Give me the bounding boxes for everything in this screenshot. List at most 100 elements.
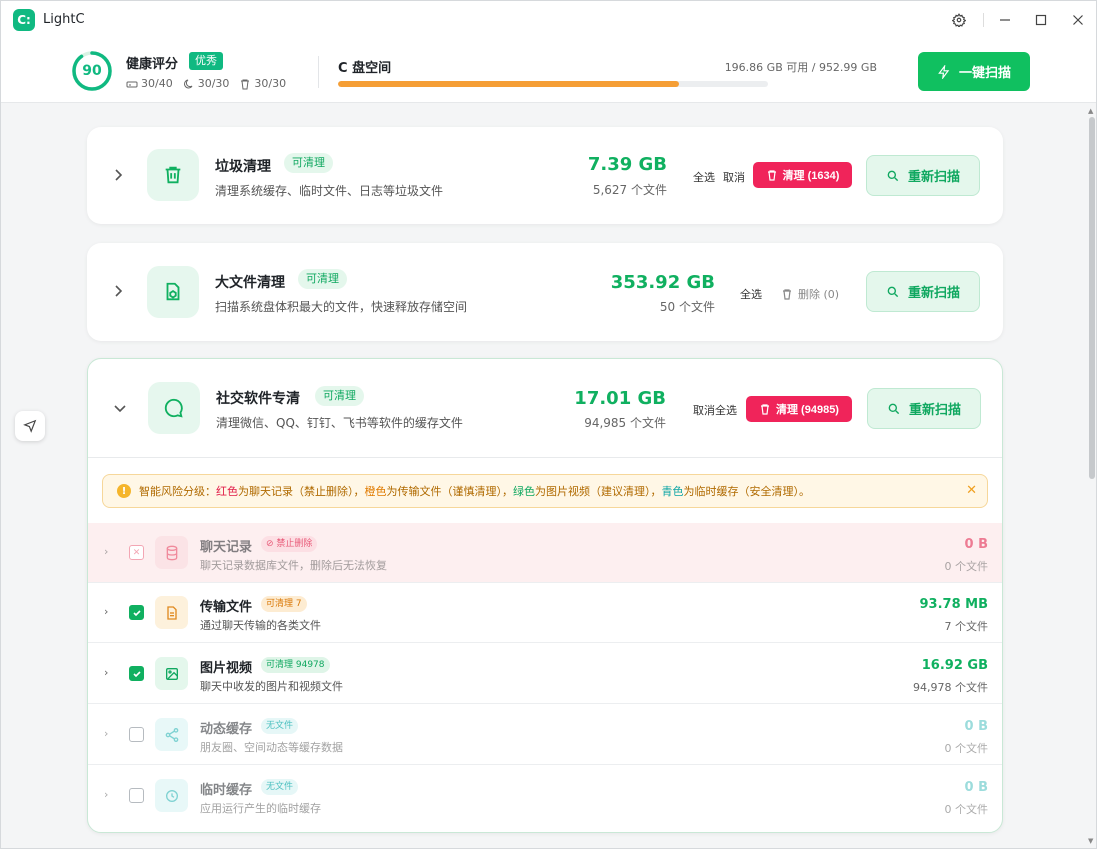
chevron-right-icon[interactable]: › [104,727,116,741]
row-file-count: 0 个文件 [944,560,989,573]
row-status-tag: 无文件 [261,718,299,734]
list-item-dynamic-cache[interactable]: › 动态缓存 无文件 朋友圈、空间动态等缓存数据 0 B 0 个文件 [88,705,1002,765]
chat-bubble-category-icon [148,382,200,434]
document-icon [155,596,188,629]
search-icon [887,170,899,181]
row-title: 临时缓存 [200,783,253,798]
close-icon[interactable]: ✕ [966,483,977,498]
stat-clock-value: 30/30 [197,77,230,90]
chevron-right-icon[interactable]: › [104,605,116,619]
navigation-arrow-icon [23,419,37,433]
app-window: C: LightC 90 健康评分 优秀 30/40 30/30 30/30 C… [0,0,1097,849]
row-status-tag: 可清理 7 [261,596,307,612]
card-description: 清理微信、QQ、钉钉、飞书等软件的缓存文件 [216,416,463,430]
app-logo: C: [13,9,35,31]
row-file-count: 94,978 个文件 [913,681,988,694]
lightning-icon [938,64,950,79]
rescan-button[interactable]: 重新扫描 [866,271,980,312]
row-title: 传输文件 [200,600,253,615]
list-item-transfer-files[interactable]: › 传输文件 可清理 7 通过聊天传输的各类文件 93.78 MB 7 个文件 [88,583,1002,643]
card-size: 17.01 GB [574,388,666,409]
card-title: 社交软件专清 [216,391,300,407]
clock-icon [155,779,188,812]
delete-button[interactable]: 删除 (0) [781,286,839,302]
header-bar: 90 健康评分 优秀 30/40 30/30 30/30 C 盘空间 196.8… [1,39,1096,103]
row-size: 0 B [964,719,988,734]
card-file-count: 94,985 个文件 [584,416,666,430]
scroll-down-arrow[interactable]: ▼ [1088,837,1093,845]
close-window-button[interactable] [1067,9,1089,31]
row-status-tag: 可清理 94978 [261,657,330,673]
row-description: 应用运行产生的临时缓存 [200,802,321,815]
disk-usage-text: 196.86 GB 可用 / 952.99 GB [724,61,877,74]
risk-notice-text: 智能风险分级：红色为聊天记录（禁止删除），橙色为传输文件（谨慎清理），绿色为图片… [139,485,810,498]
stat-disk-value: 30/40 [141,77,173,90]
one-click-scan-button[interactable]: 一键扫描 [918,52,1030,91]
trash-icon [241,79,250,89]
row-size: 93.78 MB [919,597,989,612]
disk-title: C 盘空间 [338,61,392,76]
card-description: 扫描系统盘体积最大的文件，快速释放存储空间 [215,300,468,314]
titlebar-divider [983,13,984,27]
trash-category-icon [147,149,199,201]
title-bar: C: LightC [1,1,1096,39]
deselect-all-link[interactable]: 取消全选 [693,402,737,418]
card-status-tag: 可清理 [315,386,364,406]
database-icon [155,536,188,569]
navigate-button[interactable] [15,411,45,441]
card-title: 大文件清理 [215,275,285,291]
row-file-count: 0 个文件 [944,803,989,816]
trash-icon [761,404,769,415]
one-click-scan-label: 一键扫描 [958,65,1011,80]
collapse-chevron-icon[interactable] [112,401,128,417]
chevron-right-icon[interactable]: › [104,666,116,680]
clean-button[interactable]: 清理 (94985) [746,396,852,422]
row-checkbox[interactable] [129,727,144,742]
row-description: 聊天记录数据库文件，删除后无法恢复 [200,559,387,572]
settings-gear-icon[interactable] [948,9,970,31]
row-checkbox[interactable] [129,666,144,681]
row-status-tag: ⊘ 禁止删除 [261,536,318,552]
delete-button-label: 删除 (0) [798,288,840,301]
chevron-right-icon[interactable]: › [104,788,116,802]
header-divider [318,56,319,88]
trash-icon [783,289,791,300]
list-item-chat-records[interactable]: › ✕ 聊天记录 ⊘ 禁止删除 聊天记录数据库文件，删除后无法恢复 0 B 0 … [88,523,1002,583]
stat-trash-value: 30/30 [254,77,287,90]
row-status-tag: 无文件 [261,779,299,795]
scroll-up-arrow[interactable]: ▲ [1088,107,1093,115]
card-description: 清理系统缓存、临时文件、日志等垃圾文件 [215,184,444,198]
card-divider [88,457,1002,458]
share-icon [155,718,188,751]
package-category-icon [147,266,199,318]
row-title: 图片视频 [200,661,253,676]
card-title: 垃圾清理 [215,159,271,175]
expand-chevron-icon[interactable] [111,283,127,299]
risk-level-notice: ! 智能风险分级：红色为聊天记录（禁止删除），橙色为传输文件（谨慎清理），绿色为… [102,474,988,508]
list-item-images-videos[interactable]: › 图片视频 可清理 94978 聊天中收发的图片和视频文件 16.92 GB … [88,644,1002,704]
row-checkbox[interactable] [129,605,144,620]
row-checkbox[interactable] [129,788,144,803]
rescan-button[interactable]: 重新扫描 [866,155,980,196]
search-icon [887,286,899,297]
large-file-card: 大文件清理 可清理 扫描系统盘体积最大的文件，快速释放存储空间 353.92 G… [87,243,1003,341]
health-score-title: 健康评分 [126,57,179,72]
clean-button[interactable]: 清理 (1634) [753,162,852,188]
minimize-button[interactable] [994,9,1016,31]
cancel-link[interactable]: 取消 [723,169,745,185]
select-all-link[interactable]: 全选 [740,286,762,302]
disabled-checkbox: ✕ [129,545,144,560]
scrollbar-thumb[interactable] [1089,117,1095,479]
card-size: 7.39 GB [587,154,667,175]
stat-clock: 30/30 [183,77,230,90]
clean-button-label: 清理 (1634) [782,170,840,182]
select-all-link[interactable]: 全选 [693,169,715,185]
row-size: 0 B [964,780,988,795]
maximize-button[interactable] [1030,9,1052,31]
disk-icon [126,81,138,87]
expand-chevron-icon[interactable] [111,167,127,183]
chevron-right-icon[interactable]: › [104,545,116,559]
rescan-button-label: 重新扫描 [908,403,961,418]
rescan-button[interactable]: 重新扫描 [867,388,981,429]
list-item-temp-cache[interactable]: › 临时缓存 无文件 应用运行产生的临时缓存 0 B 0 个文件 [88,766,1002,826]
